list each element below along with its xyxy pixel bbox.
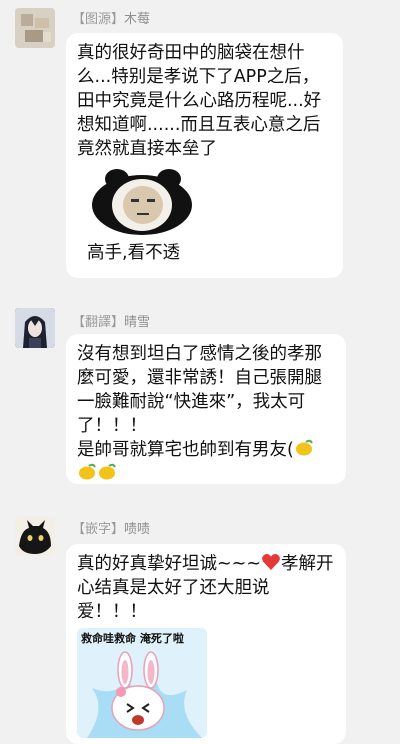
panda-meme-sticker[interactable] — [77, 165, 207, 237]
heart-icon — [262, 554, 280, 570]
sender-nick: 啧啧 — [124, 522, 151, 537]
sender-name: 【图源】木莓 — [72, 8, 150, 27]
message-text-part1: 真的好真挚好坦诚~~~ — [77, 554, 261, 574]
sender-role: 【翻譯】 — [72, 315, 125, 330]
sender-nick: 晴雪 — [124, 315, 151, 330]
sticker-caption: 高手,看不透 — [87, 243, 181, 263]
lemon-row — [77, 462, 336, 486]
message-bubble[interactable]: 真的好真挚好坦诚~~~ 孝解开心结真是太好了还大胆说爱！！！ 救命哇救命 淹死了啦 — [66, 544, 346, 744]
sender-nick: 木莓 — [124, 12, 151, 27]
bunny-meme-sticker[interactable]: 救命哇救命 淹死了啦 — [77, 628, 207, 738]
message-text-2-label: 是帥哥就算宅也帥到有男友( — [77, 440, 294, 460]
message-text-2: 是帥哥就算宅也帥到有男友( — [77, 438, 336, 462]
message-text: 真的很好奇田中的脑袋在想什么...特别是孝说下了APP之后，田中究竟是什么心路历… — [77, 43, 322, 159]
message-text: 真的好真挚好坦诚~~~ 孝解开心结真是太好了还大胆说爱！！！ — [77, 552, 336, 624]
lemon-icon — [295, 439, 313, 456]
lemon-icon — [99, 463, 116, 480]
avatar-anime-icon — [15, 308, 55, 348]
message-text: 沒有想到坦白了感情之後的孝那麼可愛，還非常誘！自己張開腿一臉難耐說“快進來”，我… — [77, 344, 322, 436]
sender-role: 【嵌字】 — [72, 522, 125, 537]
message-bubble[interactable]: 沒有想到坦白了感情之後的孝那麼可愛，還非常誘！自己張開腿一臉難耐說“快進來”，我… — [66, 334, 346, 484]
sender-role: 【图源】 — [72, 12, 125, 27]
avatar[interactable] — [15, 308, 55, 348]
avatar[interactable] — [15, 8, 55, 48]
sender-name: 【嵌字】啧啧 — [72, 518, 150, 537]
sender-name: 【翻譯】晴雪 — [72, 311, 150, 330]
lemon-icon — [79, 463, 96, 480]
avatar-cat-icon — [15, 516, 55, 556]
panda-meme-icon — [77, 165, 207, 237]
bunny-meme-icon — [87, 651, 202, 738]
avatar[interactable] — [15, 516, 55, 556]
message-bubble[interactable]: 真的很好奇田中的脑袋在想什么...特别是孝说下了APP之后，田中究竟是什么心路历… — [66, 33, 343, 278]
avatar-blurred-icon — [15, 8, 55, 48]
